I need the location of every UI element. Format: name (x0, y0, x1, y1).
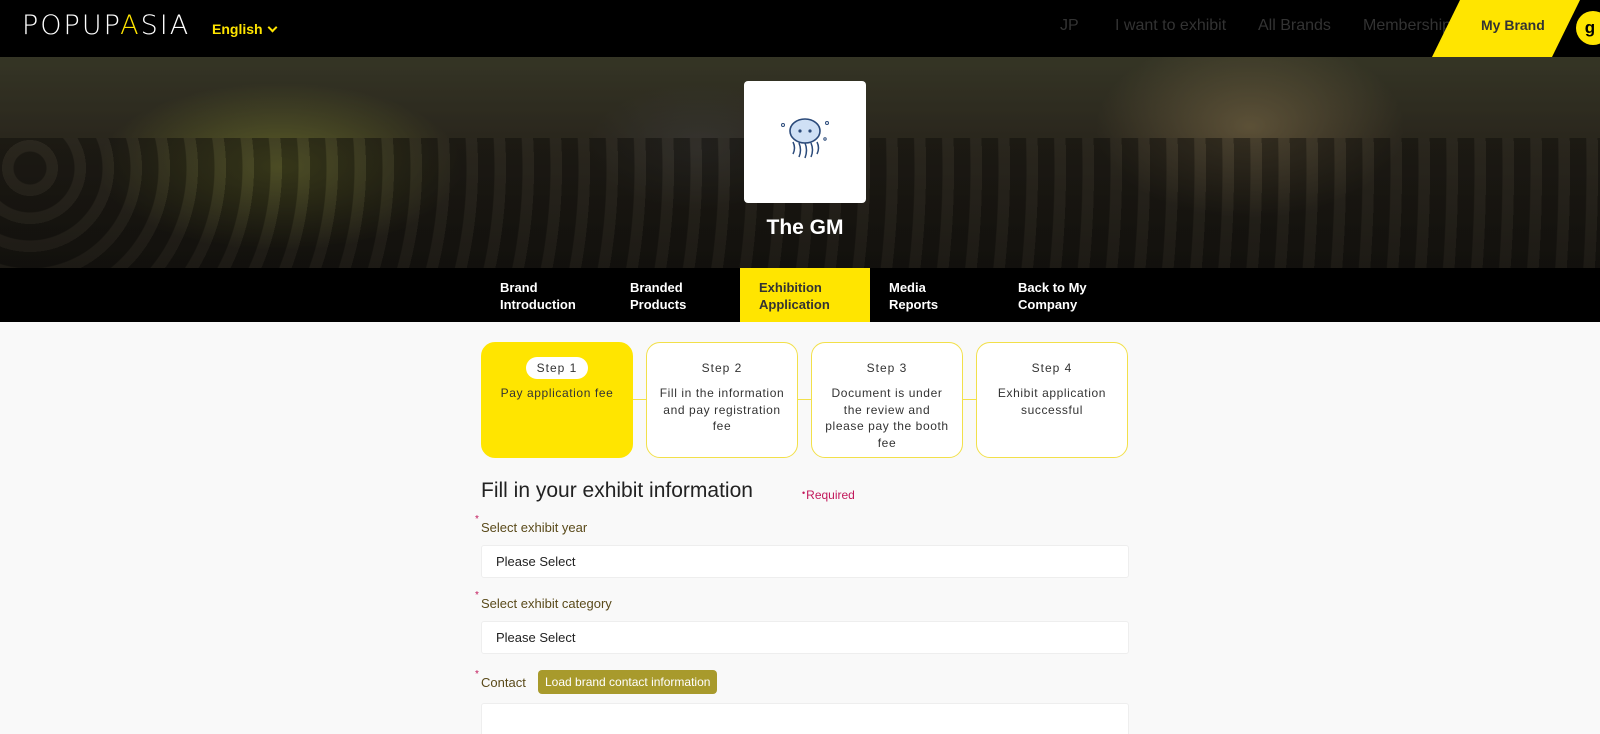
step-number: Step 1 (525, 357, 589, 379)
step-description: Fill in the information and pay registra… (659, 386, 785, 433)
logo-text-a: A (120, 10, 141, 41)
exhibit-category-label-text: Select exhibit category (481, 596, 612, 611)
tab-back-to-my-company[interactable]: Back to My Company (999, 268, 1149, 322)
exhibit-year-select[interactable]: Please Select (481, 545, 1129, 578)
nav-link-membership[interactable]: Membership (1363, 17, 1451, 35)
step-card-2: Step 2 Fill in the information and pay r… (646, 342, 798, 458)
nav-link-all-brands[interactable]: All Brands (1258, 17, 1331, 35)
tab-label-line1: Back to My (1018, 280, 1087, 295)
step-number: Step 4 (1031, 361, 1073, 375)
form-title: Fill in your exhibit information (481, 479, 753, 502)
step-connector (633, 399, 647, 400)
brand-subnav: Brand Introduction Branded Products Exhi… (0, 268, 1600, 322)
brand-logo-card (744, 81, 866, 203)
jellyfish-icon (781, 118, 829, 159)
contact-label-text: Contact (481, 675, 526, 690)
required-asterisk-icon: * (475, 590, 479, 601)
tab-label-line2: Company (1018, 297, 1078, 312)
step-description: Pay application fee (500, 386, 614, 400)
contact-label: * Contact (475, 669, 526, 690)
nav-link-my-brand[interactable]: My Brand (1481, 17, 1545, 33)
nav-link-i-want-to-exhibit[interactable]: I want to exhibit (1115, 17, 1226, 35)
required-note-text: Required (806, 488, 855, 502)
popupasia-logo[interactable]: POPUPASIA (22, 11, 190, 41)
logo-text-popup: POPUP (22, 10, 121, 41)
tab-label-line1: Media (889, 280, 926, 295)
exhibit-year-value: Please Select (496, 554, 576, 569)
exhibit-category-select[interactable]: Please Select (481, 621, 1129, 654)
tab-label-line2: Introduction (500, 297, 576, 312)
step-number: Step 2 (701, 361, 743, 375)
exhibit-category-label: * Select exhibit category (475, 590, 612, 611)
tab-exhibition-application[interactable]: Exhibition Application (740, 268, 870, 322)
tab-label-line2: Products (630, 297, 687, 312)
brand-name-title: The GM (766, 216, 844, 239)
required-asterisk-icon: * (475, 514, 479, 525)
tab-label-line1: Brand (500, 280, 538, 295)
tab-media-reports[interactable]: Media Reports (870, 268, 999, 322)
exhibit-category-value: Please Select (496, 630, 576, 645)
step-connector (963, 399, 977, 400)
step-card-4: Step 4 Exhibit application successful (976, 342, 1128, 458)
language-label: English (212, 21, 263, 37)
contact-field[interactable] (481, 703, 1129, 734)
nav-link-jp[interactable]: JP (1060, 17, 1079, 35)
step-card-3: Step 3 Document is under the review and … (811, 342, 963, 458)
exhibit-year-label: * Select exhibit year (475, 514, 588, 535)
tab-label-line2: Reports (889, 297, 939, 312)
required-dot-icon: • (802, 488, 806, 498)
user-avatar[interactable]: g (1576, 11, 1600, 45)
tab-label-line1: Branded (630, 280, 683, 295)
tab-label-line1: Exhibition (759, 280, 822, 295)
step-number: Step 3 (866, 361, 908, 375)
chevron-down-icon (267, 22, 278, 32)
load-brand-contact-button[interactable]: Load brand contact information (538, 670, 718, 694)
step-description: Exhibit application successful (997, 386, 1107, 417)
top-navbar: POPUPASIA English JP I want to exhibit A… (0, 0, 1600, 57)
exhibit-year-label-text: Select exhibit year (481, 520, 588, 535)
step-description: Document is under the review and please … (825, 386, 949, 450)
tab-branded-products[interactable]: Branded Products (611, 268, 740, 322)
required-asterisk-icon: * (475, 669, 479, 680)
step-connector (798, 399, 812, 400)
tab-brand-introduction[interactable]: Brand Introduction (481, 268, 611, 322)
step-card-1: Step 1 Pay application fee (481, 342, 633, 458)
tab-label-line2: Application (759, 297, 830, 312)
required-note: •Required (802, 488, 855, 502)
logo-text-sia: SIA (140, 10, 191, 41)
language-selector[interactable]: English (212, 21, 278, 37)
